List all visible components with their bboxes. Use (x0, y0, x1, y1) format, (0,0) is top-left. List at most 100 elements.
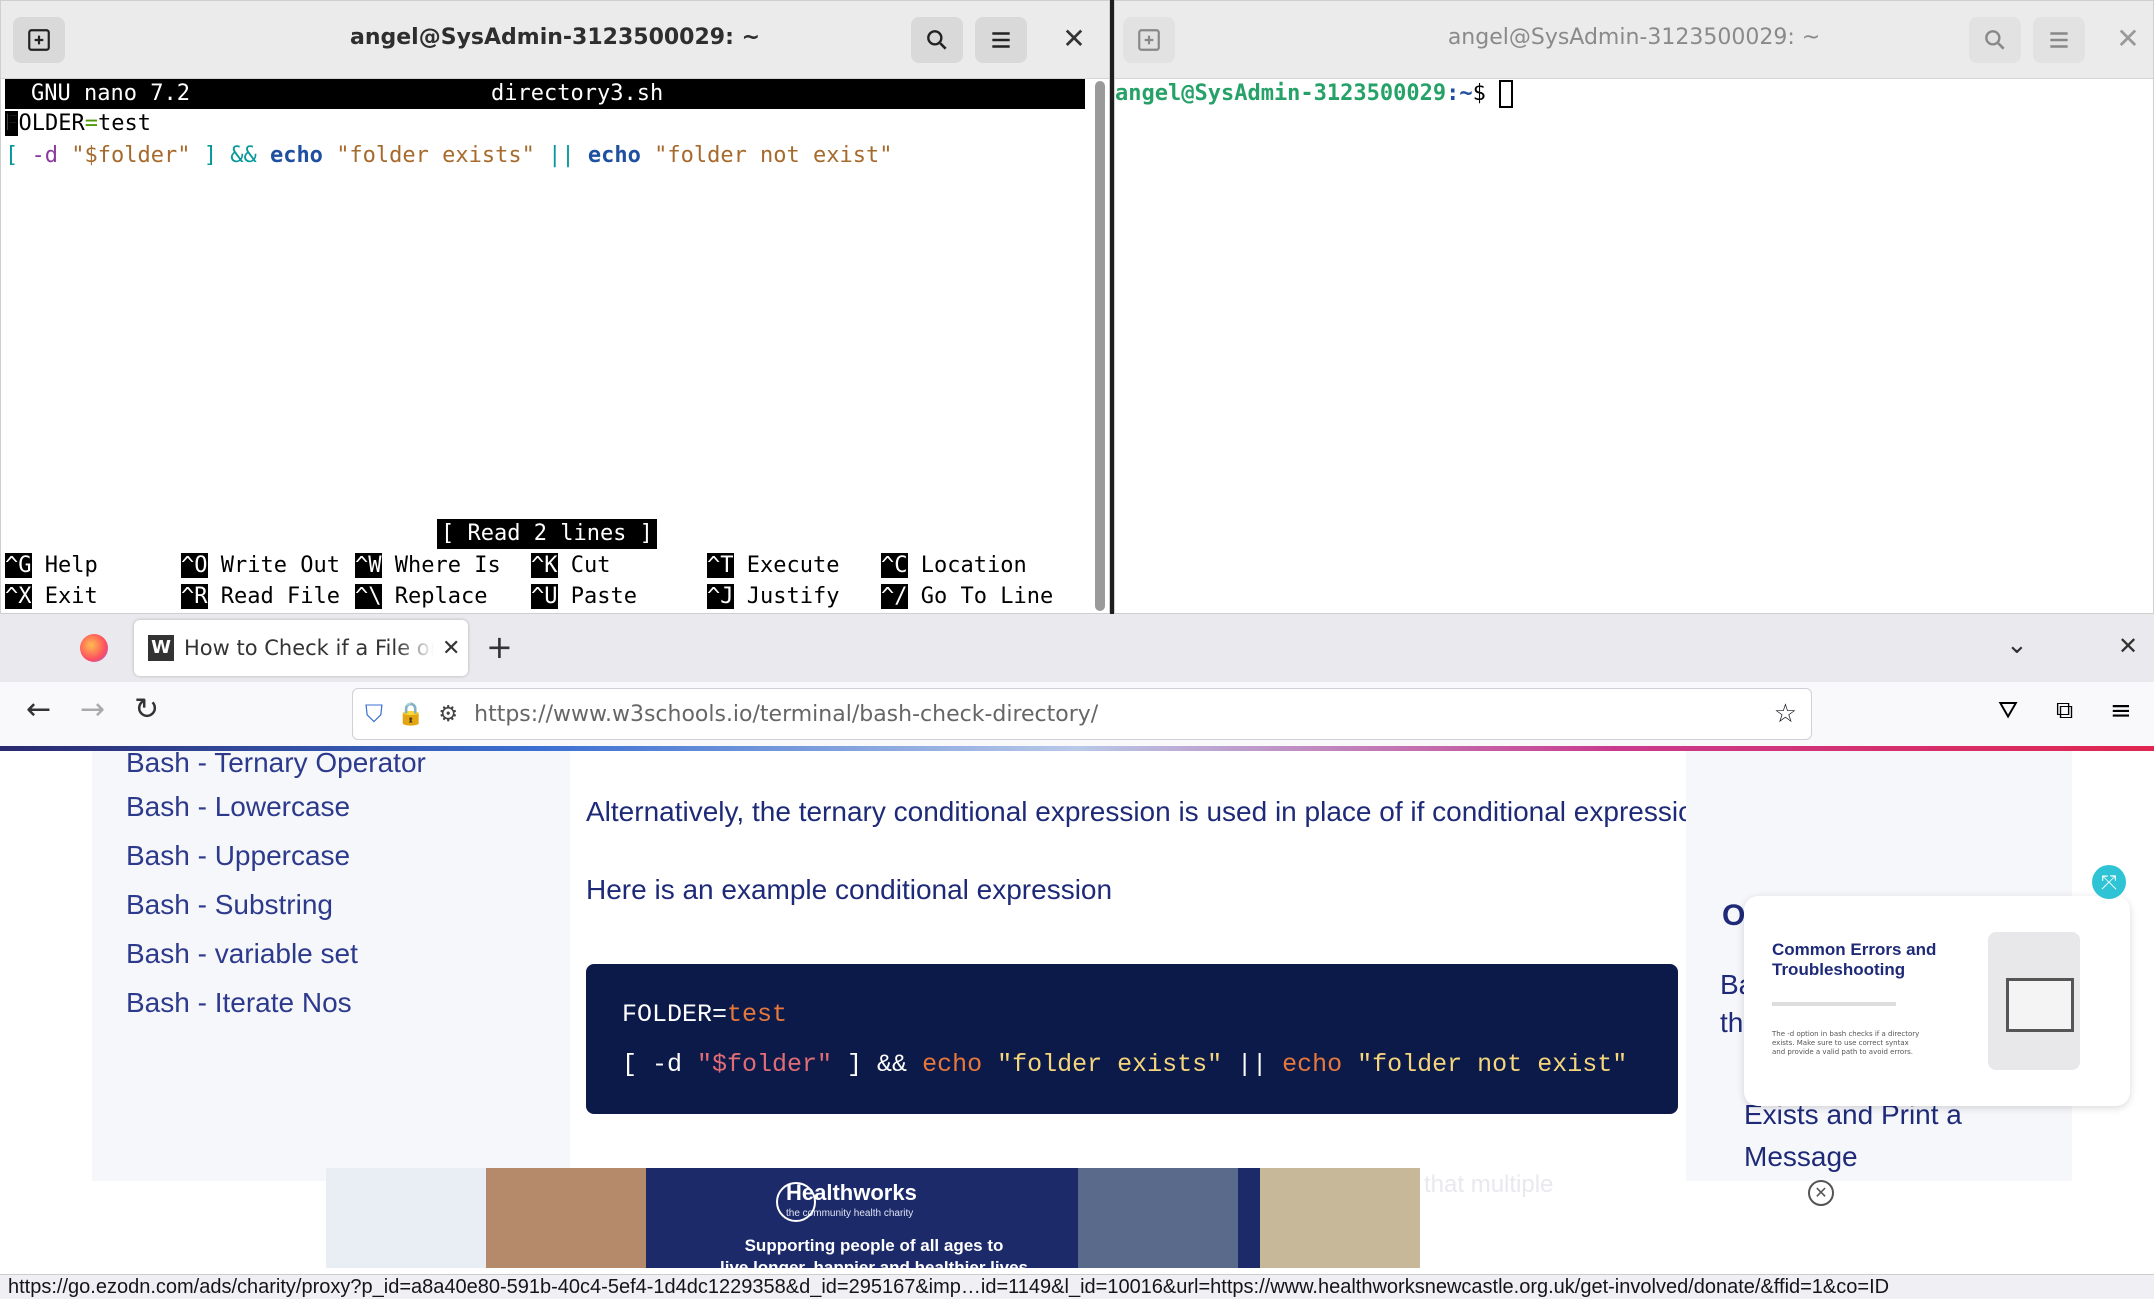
shortcut-key: ^C (881, 553, 908, 578)
ad-photo-1 (326, 1168, 486, 1268)
nano-shortcut: ^C Location (881, 551, 1027, 581)
code-block: FOLDER=test [ -d "$folder" ] && echo "fo… (586, 964, 1678, 1114)
shortcut-label: Read File (207, 584, 340, 609)
shortcut-key: ^K (531, 553, 558, 578)
bottom-banner-ad[interactable]: Healthworks the community health charity… (326, 1168, 1420, 1268)
pocket-icon[interactable]: ⛛ (1998, 696, 2018, 724)
code-line-1: FFOLDER=test (5, 111, 151, 136)
nano-status-message: [ Read 2 lines ] (437, 519, 657, 549)
shortcut-label: Help (31, 553, 98, 578)
shell-prompt: angel@SysAdmin-3123500029:~$ (1115, 79, 1514, 109)
app-menu-icon[interactable]: ≡ (2110, 696, 2132, 726)
scrollbar[interactable] (1095, 81, 1105, 611)
shortcut-label: Execute (733, 553, 840, 578)
sidebar-item[interactable]: Bash - Substring (126, 889, 333, 921)
shortcut-key: ^T (707, 553, 734, 578)
shortcut-label: Go To Line (907, 584, 1054, 609)
nano-version: GNU nano 7.2 (31, 81, 190, 106)
nano-filename: directory3.sh (491, 81, 664, 106)
tab-close-icon[interactable]: ✕ (442, 636, 460, 661)
shortcut-key: ^\ (355, 584, 382, 609)
sidebar-nav: Bash - Ternary Operator Bash - Lowercase… (92, 747, 570, 1181)
window-close-icon[interactable]: ✕ (2118, 632, 2138, 660)
navigation-toolbar: ← → ↻ ⛉ 🔒 ⚙ https://www.w3schools.io/ter… (0, 682, 2154, 746)
shortcut-key: ^/ (881, 584, 908, 609)
nano-shortcut: ^T Execute (707, 551, 839, 581)
shortcut-key: ^G (5, 553, 32, 578)
shortcut-label: Location (907, 553, 1027, 578)
shell-output[interactable]: angel@SysAdmin-3123500029:~$ (1115, 79, 2153, 613)
shortcut-label: Cut (557, 553, 611, 578)
sidebar-item[interactable]: Bash - Lowercase (126, 791, 350, 823)
nano-shortcut: ^\ Replace (355, 582, 487, 612)
tab-list-chevron-down-icon[interactable]: ⌄ (2006, 630, 2028, 660)
search-icon[interactable] (911, 17, 963, 63)
ad-card-image (1988, 932, 2080, 1070)
shortcut-key: ^O (181, 553, 208, 578)
extensions-icon[interactable]: ⧉ (2056, 696, 2073, 724)
healthworks-logo-icon (776, 1182, 816, 1222)
nano-shortcut: ^W Where Is (355, 551, 501, 581)
w3schools-favicon-icon: W (148, 635, 174, 661)
shortcut-label: Replace (381, 584, 488, 609)
sidebar-item[interactable]: Bash - Iterate Nos (126, 987, 352, 1019)
code-block-line-1: FOLDER=test (622, 1000, 788, 1029)
tab-active[interactable]: W How to Check if a File or Directory ✕ (134, 620, 468, 676)
shortcut-label: Paste (557, 584, 637, 609)
permissions-icon[interactable]: ⚙ (438, 702, 458, 727)
reload-icon[interactable]: ↻ (134, 692, 159, 727)
close-icon[interactable]: ✕ (2113, 23, 2143, 55)
bookmark-star-icon[interactable]: ☆ (1774, 699, 1797, 729)
hamburger-menu-icon[interactable] (975, 17, 1027, 63)
tab-bar: W How to Check if a File or Directory ✕ … (0, 614, 2154, 682)
ad-tagline: Supporting people of all ages to (744, 1236, 1004, 1255)
hamburger-menu-icon[interactable] (2033, 17, 2085, 63)
forward-icon[interactable]: → (80, 692, 105, 727)
sidebar-item[interactable]: Bash - variable set (126, 938, 358, 970)
shortcut-label: Where Is (381, 553, 501, 578)
ad-card[interactable]: Common Errors and Troubleshooting The -d… (1744, 896, 2130, 1106)
paragraph-example: Here is an example conditional expressio… (586, 874, 1113, 905)
shortcut-label: Exit (31, 584, 98, 609)
search-icon[interactable] (1969, 17, 2021, 63)
terminal-window-nano[interactable]: angel@SysAdmin-3123500029: ~ ✕ GNU nano … (0, 0, 1110, 614)
close-icon[interactable]: ✕ (1059, 23, 1089, 55)
nano-shortcut: ^J Justify (707, 582, 839, 612)
terminal-window-shell[interactable]: angel@SysAdmin-3123500029: ~ ✕ angel@Sys… (1114, 0, 2154, 614)
new-tab-plus-icon[interactable]: + (486, 628, 513, 666)
ad-card-title: Common Errors and Troubleshooting (1772, 940, 1937, 979)
sidebar-item[interactable]: Bash - Uppercase (126, 840, 350, 872)
cursor (1499, 80, 1514, 108)
code-line-2: [ -d "$folder" ] && echo "folder exists"… (5, 143, 893, 168)
terminal-header: angel@SysAdmin-3123500029: ~ ✕ (1115, 1, 2153, 79)
nano-editor[interactable]: GNU nano 7.2 directory3.sh FFOLDER=test … (1, 79, 1109, 613)
sidebar-item-ternary[interactable]: Bash - Ternary Operator (126, 747, 426, 779)
ad-photo-4 (1260, 1168, 1420, 1268)
terminal-header: angel@SysAdmin-3123500029: ~ ✕ (1, 1, 1109, 79)
back-icon[interactable]: ← (26, 692, 51, 727)
shortcut-key: ^R (181, 584, 208, 609)
shortcut-key: ^J (707, 584, 734, 609)
code-block-line-2: [ -d "$folder" ] && echo "folder exists"… (622, 1050, 1628, 1079)
right-link-line-2[interactable]: Message (1744, 1141, 1858, 1173)
ad-close-icon[interactable]: ✕ (1808, 1180, 1834, 1206)
shortcut-key: ^W (355, 553, 382, 578)
ad-tagline-2: live longer, happier and healthier lives (720, 1258, 1028, 1268)
ad-expand-icon[interactable]: ⤧ (2092, 865, 2126, 899)
nano-shortcut: ^O Write Out (181, 551, 340, 581)
url-host: https://www.w3schools.io (474, 701, 753, 727)
nano-title-bar: GNU nano 7.2 directory3.sh (5, 79, 1085, 109)
nano-shortcut: ^G Help (5, 551, 98, 581)
tab-title: How to Check if a File or Directory (184, 636, 434, 660)
ad-card-text: The -d option in bash checks if a direct… (1772, 1030, 1920, 1056)
status-bar-url: https://go.ezodn.com/ads/charity/proxy?p… (0, 1274, 2154, 1299)
shortcut-label: Write Out (207, 553, 340, 578)
shield-icon[interactable]: ⛉ (365, 700, 383, 728)
right-text-fragment-2: th (1720, 1007, 1744, 1038)
lock-icon[interactable]: 🔒 (397, 702, 424, 727)
shortcut-label: Justify (733, 584, 840, 609)
ad-photo-2 (486, 1168, 646, 1268)
faded-text: that multiple (1424, 1171, 1554, 1198)
url-bar[interactable]: ⛉ 🔒 ⚙ https://www.w3schools.io/terminal/… (352, 688, 1812, 740)
firefox-logo-icon[interactable] (80, 634, 108, 662)
